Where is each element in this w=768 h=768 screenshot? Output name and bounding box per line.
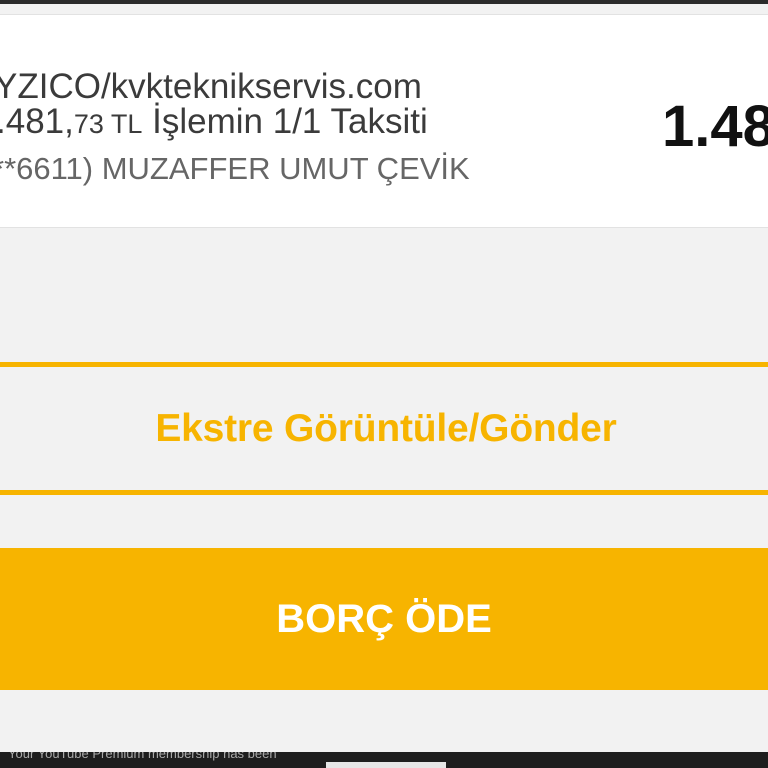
transaction-card[interactable]: YZICO/kvkteknikservis.com .481,73 TL İşl… [0, 14, 768, 228]
installment-amount-decimals: 73 TL [73, 109, 143, 139]
view-statement-label: Ekstre Görüntüle/Gönder [155, 406, 617, 450]
notification-highlight [326, 762, 446, 768]
notification-strip: Your YouTube Premium membership has been [0, 752, 768, 768]
notification-text: Your YouTube Premium membership has been [8, 752, 277, 761]
top-status-bar [0, 0, 768, 4]
installment-description: İşlemin 1/1 Taksiti [142, 102, 428, 141]
pay-debt-button[interactable]: BORÇ ÖDE [0, 548, 768, 690]
view-statement-button[interactable]: Ekstre Görüntüle/Gönder [0, 362, 768, 495]
installment-amount-main: .481, [0, 102, 74, 141]
transaction-amount: 1.48 [662, 94, 768, 159]
merchant-name: YZICO/kvkteknikservis.com [0, 67, 422, 106]
cardholder-info: **6611) MUZAFFER UMUT ÇEVİK [0, 151, 470, 186]
pay-debt-label: BORÇ ÖDE [276, 596, 492, 641]
installment-info: .481,73 TL İşlemin 1/1 Taksiti [0, 102, 428, 142]
